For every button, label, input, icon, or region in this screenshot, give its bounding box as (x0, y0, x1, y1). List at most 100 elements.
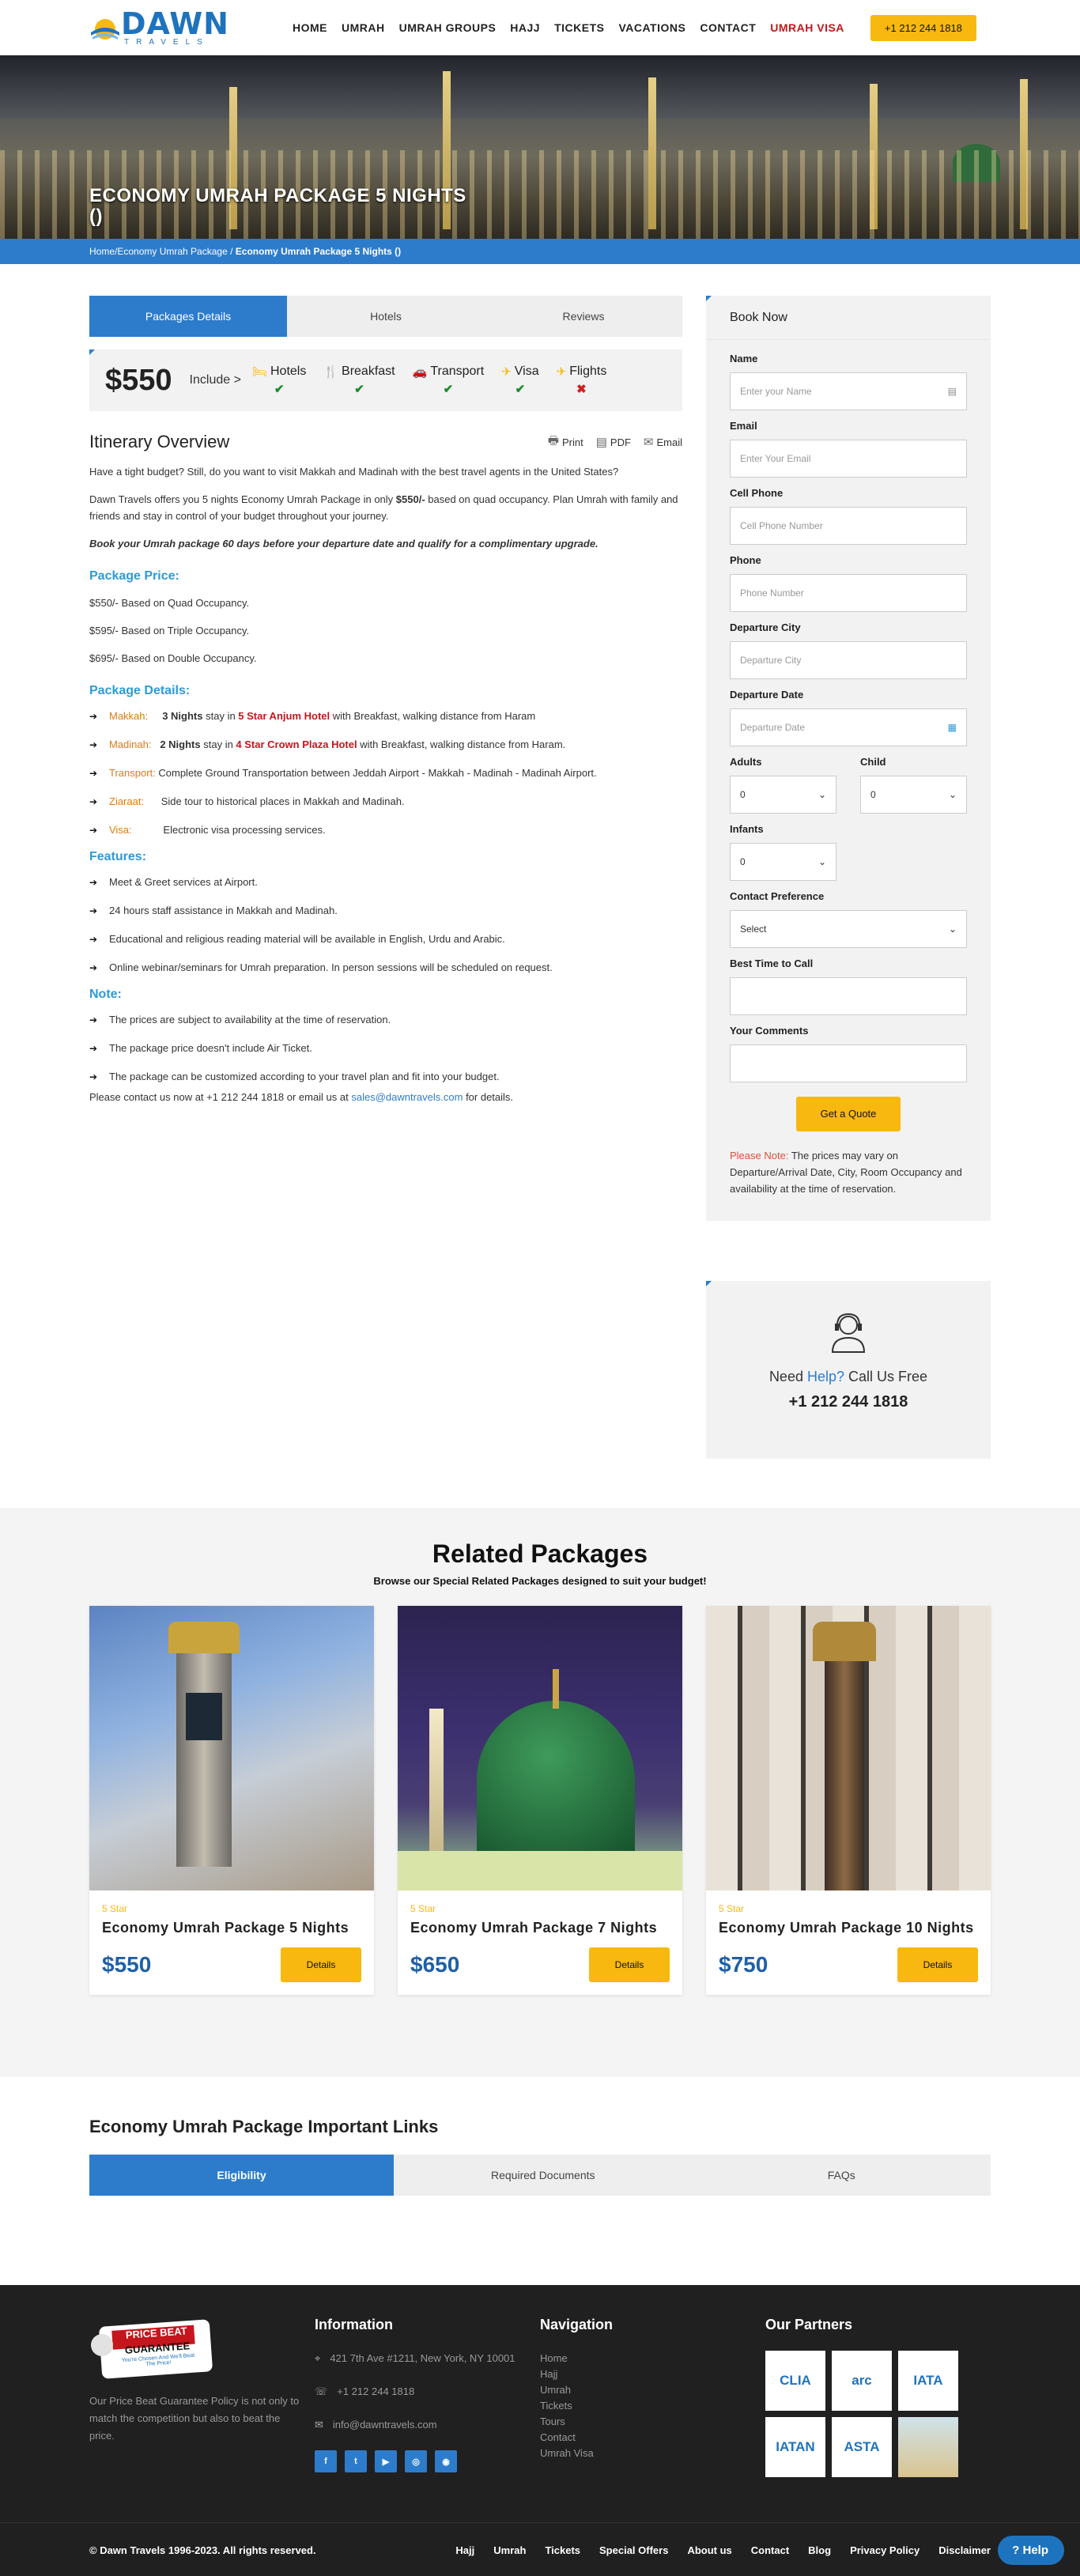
cross-icon: ✖ (576, 383, 587, 396)
makkah-hotel-link[interactable]: 5 Star Anjum Hotel (238, 710, 330, 722)
bottom-nav-special-offers[interactable]: Special Offers (599, 2544, 668, 2556)
pdf-icon: ▤ (595, 436, 607, 449)
nav-umrah-groups[interactable]: UMRAH GROUPS (392, 21, 504, 34)
bottom-nav-hajj[interactable]: Hajj (455, 2544, 474, 2556)
note-list: The prices are subject to availability a… (89, 1011, 682, 1086)
breadcrumb: Home/Economy Umrah Package / Economy Umr… (0, 239, 1080, 264)
departure-date-input[interactable]: Departure Date ▦ (730, 708, 967, 746)
details-button[interactable]: Details (897, 1947, 978, 1982)
feature-label: Flights (569, 364, 607, 378)
help-chat-button[interactable]: ? Help (998, 2536, 1064, 2565)
page-title-line: ECONOMY UMRAH PACKAGE 5 NIGHTS (89, 185, 466, 206)
pdf-button[interactable]: ▤ PDF (596, 432, 631, 452)
get-quote-button[interactable]: Get a Quote (796, 1097, 901, 1131)
comments-textarea[interactable] (730, 1044, 967, 1082)
plane-icon: ✈ (556, 365, 567, 379)
iata-logo: IATA (898, 2351, 958, 2411)
book-now-title: Book Now (706, 296, 991, 340)
help-phone-number[interactable]: +1 212 244 1818 (706, 1393, 991, 1411)
nav-vacations[interactable]: VACATIONS (611, 21, 693, 34)
print-button[interactable]: 🖶 Print (548, 432, 583, 452)
main-nav: HOME UMRAH UMRAH GROUPS HAJJ TICKETS VAC… (285, 21, 852, 34)
instagram-icon[interactable]: ◎ (405, 2450, 427, 2472)
footer-nav-tickets[interactable]: Tickets (540, 2398, 765, 2414)
email-input[interactable]: Enter Your Email (730, 440, 967, 478)
nav-hajj[interactable]: HAJJ (503, 21, 547, 34)
footer-phone[interactable]: ☏ +1 212 244 1818 (315, 2384, 540, 2400)
nav-umrah-visa[interactable]: UMRAH VISA (763, 21, 852, 34)
adults-label: Adults (730, 756, 762, 768)
bottom-nav-umrah[interactable]: Umrah (493, 2544, 526, 2556)
nav-umrah[interactable]: UMRAH (334, 21, 392, 34)
phone-input[interactable]: Phone Number (730, 574, 967, 612)
footer-nav-home[interactable]: Home (540, 2351, 765, 2366)
madinah-nights: 2 Nights (160, 738, 201, 750)
nav-home[interactable]: HOME (285, 21, 334, 34)
name-input[interactable]: Enter your Name ▤ (730, 372, 967, 410)
nav-contact[interactable]: CONTACT (693, 21, 763, 34)
header-phone-button[interactable]: +1 212 244 1818 (870, 14, 976, 41)
breadcrumb-parent[interactable]: /Economy Umrah Package (115, 246, 228, 257)
youtube-icon[interactable]: ▶ (375, 2450, 397, 2472)
copyright: © Dawn Travels 1996-2023. All rights res… (89, 2544, 316, 2556)
dawn-travels-logo[interactable]: DAWN TRAVELS (89, 3, 276, 52)
sales-email-link[interactable]: sales@dawntravels.com (351, 1091, 463, 1103)
twitter-icon[interactable]: t (345, 2450, 367, 2472)
email-button[interactable]: ✉ Email (644, 432, 682, 452)
breadcrumb-home[interactable]: Home (89, 246, 115, 257)
footer-nav-umrah-visa[interactable]: Umrah Visa (540, 2446, 765, 2461)
footer-nav-umrah[interactable]: Umrah (540, 2382, 765, 2398)
footer-nav-hajj[interactable]: Hajj (540, 2366, 765, 2382)
package-card[interactable]: 5 Star Economy Umrah Package 10 Nights $… (706, 1606, 991, 1995)
price-note-label: Please Note: (730, 1150, 789, 1161)
footer-email[interactable]: ✉ info@dawntravels.com (315, 2417, 540, 2433)
cell-phone-input[interactable]: Cell Phone Number (730, 507, 967, 545)
iatan-logo: IATAN (765, 2417, 825, 2477)
tab-faqs[interactable]: FAQs (693, 2155, 991, 2196)
madinah-label: Madinah: (109, 738, 152, 750)
package-tabs: Packages Details Hotels Reviews (89, 296, 682, 337)
facebook-icon[interactable]: f (315, 2450, 337, 2472)
footer-navigation: Navigation Home Hajj Umrah Tickets Tours… (540, 2317, 765, 2477)
bed-icon: 🛏 (251, 365, 267, 379)
best-time-input[interactable] (730, 977, 967, 1015)
child-select[interactable]: 0 ⌄ (860, 776, 967, 814)
infants-label: Infants (730, 823, 764, 835)
infants-select[interactable]: 0 ⌄ (730, 843, 836, 881)
support-agent-icon (831, 1313, 866, 1353)
footer-nav-contact[interactable]: Contact (540, 2430, 765, 2446)
departure-city-input[interactable]: Departure City (730, 641, 967, 679)
details-button[interactable]: Details (281, 1947, 361, 1982)
tab-reviews[interactable]: Reviews (485, 296, 682, 337)
nav-tickets[interactable]: TICKETS (547, 21, 611, 34)
tab-hotels[interactable]: Hotels (287, 296, 485, 337)
bottom-nav-about-us[interactable]: About us (687, 2544, 731, 2556)
calendar-icon[interactable]: ▦ (948, 722, 957, 733)
adults-select[interactable]: 0 ⌄ (730, 776, 836, 814)
bottom-nav-disclaimer[interactable]: Disclaimer (938, 2544, 991, 2556)
feature-label: Visa (514, 364, 539, 378)
share-tools: 🖶 Print ▤ PDF ✉ Email (548, 432, 682, 452)
package-card[interactable]: 5 Star Economy Umrah Package 5 Nights $5… (89, 1606, 374, 1995)
footer-bottom-bar: © Dawn Travels 1996-2023. All rights res… (0, 2522, 1080, 2576)
footer-nav-tours[interactable]: Tours (540, 2414, 765, 2430)
details-button[interactable]: Details (589, 1947, 670, 1982)
related-packages: Related Packages Browse our Special Rela… (0, 1508, 1080, 2077)
package-card[interactable]: 5 Star Economy Umrah Package 7 Nights $6… (398, 1606, 682, 1995)
bottom-nav-tickets[interactable]: Tickets (545, 2544, 580, 2556)
contact-preference-select[interactable]: Select ⌄ (730, 910, 967, 948)
tab-packages-details[interactable]: Packages Details (89, 296, 287, 337)
offer-text-a: Dawn Travels offers you 5 nights Economy… (89, 493, 396, 505)
tab-required-documents[interactable]: Required Documents (394, 2155, 693, 2196)
cutlery-icon: 🍴 (323, 365, 339, 379)
tab-eligibility[interactable]: Eligibility (89, 2155, 394, 2196)
package-details-list: Makkah: 3 Nights stay in 5 Star Anjum Ho… (89, 708, 682, 839)
pinterest-icon[interactable]: ◉ (435, 2450, 457, 2472)
bottom-nav-privacy-policy[interactable]: Privacy Policy (850, 2544, 920, 2556)
bottom-nav-contact[interactable]: Contact (751, 2544, 789, 2556)
bottom-nav-blog[interactable]: Blog (808, 2544, 831, 2556)
features-heading: Features: (89, 850, 147, 863)
madinah-stay: stay in (200, 738, 236, 750)
madinah-hotel-link[interactable]: 4 Star Crown Plaza Hotel (236, 738, 357, 750)
footer-about-text: Our Price Beat Guarantee Policy is not o… (89, 2395, 300, 2442)
